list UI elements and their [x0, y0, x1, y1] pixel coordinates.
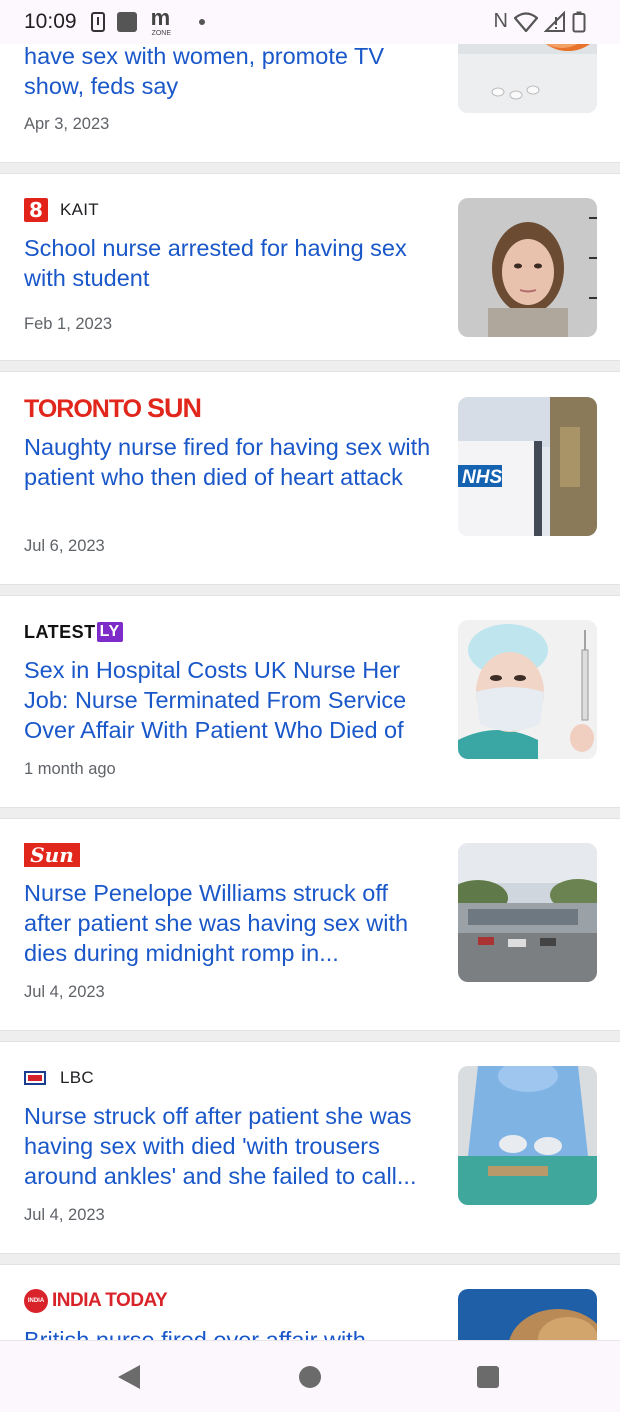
- news-card[interactable]: 8 KAIT School nurse arrested for having …: [0, 174, 620, 360]
- svg-text:NHS: NHS: [462, 467, 502, 488]
- status-time: 10:09: [24, 10, 77, 33]
- article-thumbnail[interactable]: [458, 1066, 597, 1205]
- status-icons-right: N: [494, 10, 586, 33]
- article-thumbnail[interactable]: [458, 843, 597, 982]
- mzone-icon: m ZONE: [150, 5, 172, 37]
- nhs-sign-image: NHS: [458, 397, 597, 536]
- card-divider: [0, 360, 620, 372]
- card-divider: [0, 1253, 620, 1265]
- article-date: Jul 4, 2023: [24, 1206, 105, 1224]
- india-today-badge: INDIA TODAY: [24, 1289, 48, 1328]
- article-headline[interactable]: Sex in Hospital Costs UK Nurse Her Job: …: [24, 655, 436, 745]
- article-date: Jul 4, 2023: [24, 983, 105, 1001]
- app-square-icon: [116, 12, 137, 32]
- nfc-icon: N: [493, 10, 508, 32]
- article-source: 8 KAIT: [24, 196, 99, 224]
- source-name: KAIT: [60, 200, 99, 219]
- latestly-logo: LATEST LY: [24, 622, 123, 643]
- article-source: TORONTO SUN: [24, 392, 202, 423]
- article-date: Apr 3, 2023: [24, 115, 110, 133]
- card-divider: [0, 584, 620, 596]
- article-headline[interactable]: School nurse arrested for having sex wit…: [24, 233, 436, 293]
- toronto-sun-logo: TORONTO SUN: [24, 392, 202, 423]
- signal-icon: [544, 10, 565, 32]
- article-date: 1 month ago: [24, 760, 116, 778]
- battery-icon: [572, 11, 586, 32]
- mugshot-image: [458, 198, 597, 337]
- navigation-bar: [0, 1340, 620, 1412]
- article-source: LBC: [24, 1064, 94, 1092]
- wifi-icon: [514, 11, 538, 32]
- article-headline[interactable]: Nurse Penelope Williams struck off after…: [24, 878, 436, 968]
- article-source: Sun: [24, 841, 80, 869]
- card-divider: [0, 1030, 620, 1042]
- alert-icon: [90, 12, 105, 32]
- status-bar: 10:09 m ZONE N: [0, 0, 620, 44]
- dot-icon: [198, 19, 205, 25]
- article-date: Feb 1, 2023: [24, 315, 113, 333]
- article-source: INDIA TODAY INDIA TODAY: [24, 1287, 168, 1328]
- article-thumbnail[interactable]: NHS: [458, 397, 597, 536]
- article-headline[interactable]: Nurse struck off after patient she was h…: [24, 1101, 436, 1191]
- article-source: LATEST LY: [24, 618, 123, 646]
- surgeon-image: [458, 1066, 597, 1205]
- lbc-logo: [24, 1071, 46, 1085]
- india-today-logo: INDIA TODAY INDIA TODAY: [24, 1289, 168, 1328]
- screen: 10:09 m ZONE N have sex with women, prom…: [0, 0, 620, 1412]
- kait-logo: 8: [24, 198, 48, 222]
- card-divider: [0, 807, 620, 819]
- news-card[interactable]: Sun Nurse Penelope Williams struck off a…: [0, 819, 620, 1031]
- news-card[interactable]: LATEST LY Sex in Hospital Costs UK Nurse…: [0, 596, 620, 808]
- recent-apps-icon[interactable]: [477, 1366, 499, 1388]
- news-card[interactable]: TORONTO SUN Naughty nurse fired for havi…: [0, 372, 620, 584]
- hospital-building-image: [458, 843, 597, 982]
- home-icon[interactable]: [299, 1366, 321, 1388]
- card-divider: [0, 162, 620, 174]
- article-thumbnail[interactable]: [458, 620, 597, 759]
- back-icon[interactable]: [118, 1365, 140, 1389]
- the-sun-logo: Sun: [24, 843, 80, 867]
- article-headline[interactable]: Naughty nurse fired for having sex with …: [24, 432, 436, 492]
- article-thumbnail[interactable]: [458, 198, 597, 337]
- article-date: Jul 6, 2023: [24, 537, 105, 555]
- article-headline[interactable]: have sex with women, promote TV show, fe…: [24, 41, 436, 101]
- news-card[interactable]: LBC Nurse struck off after patient she w…: [0, 1042, 620, 1254]
- masked-nurse-image: [458, 620, 597, 759]
- source-name: LBC: [60, 1068, 94, 1087]
